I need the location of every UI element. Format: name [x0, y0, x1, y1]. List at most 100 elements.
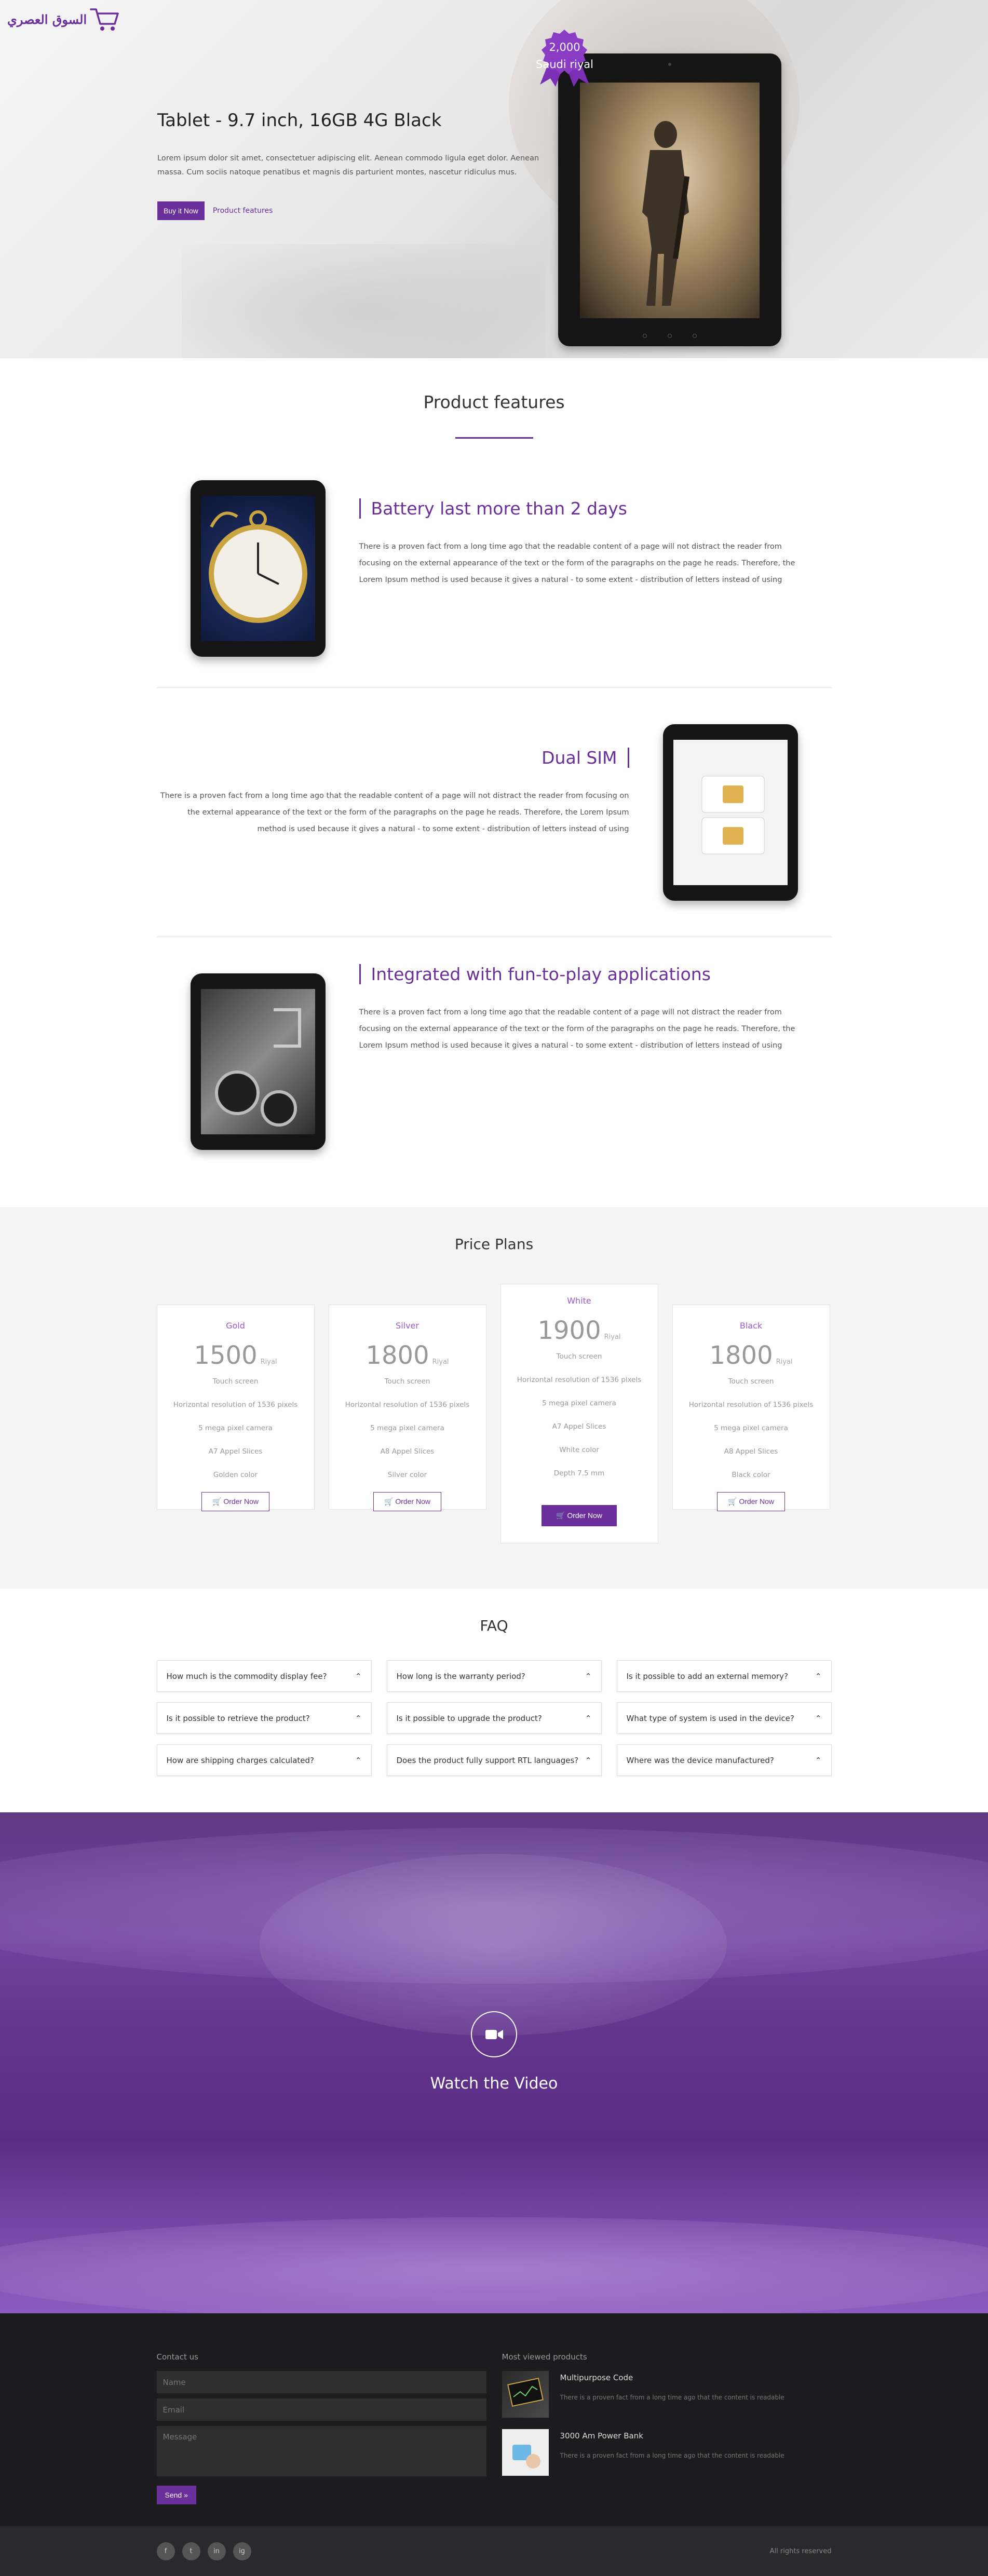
most-viewed-products: Most viewed products Multipurpose Code T…: [502, 2352, 832, 2504]
plan-name: Silver: [396, 1321, 419, 1331]
faq-question[interactable]: How much is the commodity display fee? ⌃: [156, 1660, 372, 1692]
product-features-link[interactable]: Product features: [213, 207, 273, 215]
chevron-up-icon: ⌃: [585, 1671, 592, 1681]
send-button[interactable]: Send »: [156, 2486, 196, 2504]
product-item[interactable]: Multipurpose Code There is a proven fact…: [502, 2371, 832, 2418]
bottom-bar: f t in ig All rights reserved: [0, 2526, 988, 2576]
product-thumbnail: [502, 2371, 549, 2418]
plan-feature: Depth 7.5 mm: [553, 1469, 605, 1477]
badge-amount: 2,000: [549, 41, 580, 53]
double-chevron-right-icon: »: [184, 2491, 188, 2499]
hero-copy: Tablet - 9.7 inch, 16GB 4G Black Lorem i…: [157, 110, 542, 220]
feature-item: Battery last more than 2 days There is a…: [156, 439, 832, 688]
badge-currency: Saudi riyal: [536, 58, 593, 71]
message-field[interactable]: [156, 2426, 486, 2476]
faq-question[interactable]: Is it possible to retrieve the product? ⌃: [156, 1702, 372, 1734]
cart-icon: 🛒: [212, 1497, 224, 1506]
copyright-text: All rights reserved: [769, 2547, 832, 2555]
facebook-icon[interactable]: f: [156, 2542, 175, 2560]
logo-text: السوق العصري: [7, 11, 87, 27]
faq-question[interactable]: How long is the warranty period? ⌃: [386, 1660, 602, 1692]
faq-question[interactable]: How are shipping charges calculated? ⌃: [156, 1744, 372, 1776]
plan-name: Gold: [226, 1321, 245, 1331]
cart-icon: 🛒: [556, 1511, 567, 1520]
twitter-icon[interactable]: t: [182, 2542, 200, 2560]
plan-price: 1800: [709, 1341, 773, 1370]
price-plan-silver: Silver 1800 Riyal Touch screen Horizontal…: [328, 1305, 486, 1511]
plan-name: White: [567, 1296, 591, 1306]
feature-heading: Battery last more than 2 days: [359, 498, 811, 519]
feature-heading: Integrated with fun-to-play applications: [359, 964, 811, 984]
video-camera-icon: [485, 2029, 503, 2039]
plan-feature: Horizontal resolution of 1536 pixels: [173, 1401, 298, 1409]
footer: Contact us Send » Most viewed products M…: [0, 2313, 988, 2526]
product-title: 3000 Am Power Bank: [560, 2431, 643, 2441]
sim-card-tablet-image: [662, 724, 798, 901]
buy-now-button[interactable]: Buy it Now: [157, 201, 205, 220]
faq-question[interactable]: Does the product fully support RTL langu…: [386, 1744, 602, 1776]
pocket-watch-icon: [208, 510, 307, 623]
plan-currency: Riyal: [604, 1333, 621, 1341]
chevron-up-icon: ⌃: [815, 1713, 822, 1723]
contact-heading: Contact us: [156, 2352, 198, 2362]
plan-currency: Riyal: [260, 1358, 277, 1366]
faq-question[interactable]: Is it possible to add an external memory…: [616, 1660, 832, 1692]
order-now-button[interactable]: 🛒 Order Now: [716, 1492, 785, 1511]
chevron-up-icon: ⌃: [355, 1713, 362, 1723]
feature-heading: Dual SIM: [157, 748, 629, 768]
chevron-up-icon: ⌃: [585, 1713, 592, 1723]
plan-feature: Touch screen: [556, 1352, 602, 1361]
plan-feature: Black color: [732, 1471, 770, 1479]
plan-price: 1900: [537, 1316, 601, 1345]
hero-description: Lorem ipsum dolor sit amet, consectetuer…: [157, 154, 539, 177]
shopping-cart-icon: [90, 8, 119, 31]
faq-question[interactable]: Where was the device manufactured? ⌃: [616, 1744, 832, 1776]
hero-tablet-image: [558, 53, 781, 346]
plan-feature: Touch screen: [212, 1377, 259, 1386]
plan-currency: Riyal: [432, 1358, 449, 1366]
chevron-up-icon: ⌃: [355, 1755, 362, 1765]
product-thumbnail: [502, 2429, 549, 2476]
plan-feature: 5 mega pixel camera: [370, 1424, 444, 1432]
order-now-button[interactable]: 🛒 Order Now: [373, 1492, 441, 1511]
feature-item: Dual SIM There is a proven fact from a l…: [156, 688, 832, 937]
products-heading: Most viewed products: [502, 2352, 587, 2362]
chevron-up-icon: ⌃: [815, 1755, 822, 1765]
product-description: There is a proven fact from a long time …: [560, 2452, 784, 2459]
features-section: Product features Battery last more than …: [0, 358, 988, 1207]
plan-feature: 5 mega pixel camera: [714, 1424, 788, 1432]
product-item[interactable]: 3000 Am Power Bank There is a proven fac…: [502, 2429, 832, 2476]
cart-icon: 🛒: [727, 1497, 739, 1506]
social-links: f t in ig: [156, 2542, 251, 2560]
price-badge: 2,000 Saudi riyal: [535, 29, 594, 88]
order-now-button[interactable]: 🛒 Order Now: [541, 1505, 617, 1526]
faq-question[interactable]: Is it possible to upgrade the product? ⌃: [386, 1702, 602, 1734]
soldier-figure-image: [642, 121, 690, 306]
game-controller-icon: [214, 1008, 301, 1127]
plan-name: Black: [739, 1321, 763, 1331]
site-logo[interactable]: السوق العصري: [7, 6, 119, 32]
instagram-icon[interactable]: ig: [233, 2542, 251, 2560]
sim-card-icon: [701, 776, 764, 855]
feature-body: There is a proven fact from a long time …: [160, 792, 629, 833]
play-video-button[interactable]: [471, 2011, 517, 2057]
faq-section: FAQ How much is the commodity display fe…: [0, 1589, 988, 1812]
email-field[interactable]: [156, 2398, 486, 2421]
chevron-up-icon: ⌃: [585, 1755, 592, 1765]
video-section: Watch the Video: [0, 1812, 988, 2313]
linkedin-icon[interactable]: in: [207, 2542, 226, 2560]
chevron-up-icon: ⌃: [355, 1671, 362, 1681]
faq-question[interactable]: What type of system is used in the devic…: [616, 1702, 832, 1734]
plan-feature: 5 mega pixel camera: [198, 1424, 273, 1432]
game-controller-tablet-image: [190, 973, 326, 1150]
plan-price: 1500: [194, 1341, 258, 1370]
plan-currency: Riyal: [776, 1358, 793, 1366]
name-field[interactable]: [156, 2371, 486, 2393]
hero-title: Tablet - 9.7 inch, 16GB 4G Black: [157, 110, 442, 131]
price-plan-black: Black 1800 Riyal Touch screen Horizontal …: [672, 1305, 830, 1511]
hero-section: السوق العصري Tablet - 9.7 inch, 16GB 4G …: [0, 0, 988, 358]
pricing-title: Price Plans: [454, 1236, 534, 1253]
price-plan-gold: Gold 1500 Riyal Touch screen Horizontal r…: [156, 1305, 315, 1511]
order-now-button[interactable]: 🛒 Order Now: [201, 1492, 269, 1511]
plan-feature: Golden color: [213, 1471, 258, 1479]
